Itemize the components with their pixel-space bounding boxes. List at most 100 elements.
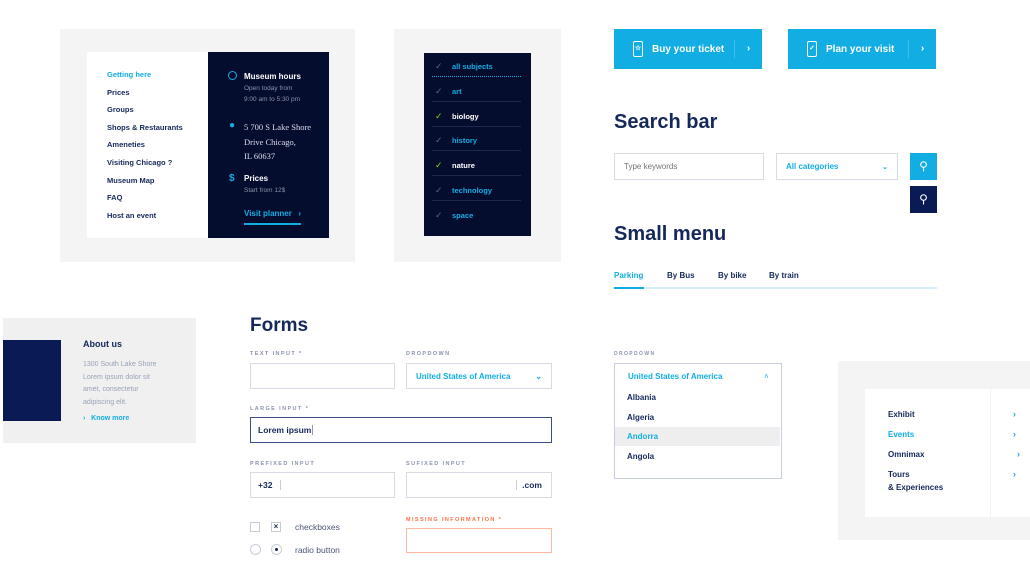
buy-ticket-button[interactable]: ☆ Buy your ticket › xyxy=(614,29,762,69)
active-tab-indicator xyxy=(614,287,644,289)
large-input[interactable]: Lorem ipsum xyxy=(250,417,552,443)
prefix: +32 xyxy=(258,480,282,490)
quick-link[interactable]: Museum Map xyxy=(107,176,155,185)
know-more-link[interactable]: › Know more xyxy=(83,415,129,422)
separator xyxy=(432,125,521,127)
subject-item[interactable]: biology xyxy=(452,112,479,121)
check-icon: ✓ xyxy=(435,61,443,71)
separator xyxy=(432,200,521,201)
dropdown-option[interactable]: Albania xyxy=(627,393,656,402)
separator xyxy=(432,175,521,177)
tab-item[interactable]: By bike xyxy=(718,271,746,280)
chevron-right-icon: › xyxy=(1013,469,1016,479)
about-line: 1300 South Lake Shore xyxy=(83,361,157,368)
check-icon: ✓ xyxy=(435,209,443,220)
subject-item[interactable]: history xyxy=(452,136,477,145)
ticket-icon: ☆ xyxy=(633,41,643,57)
subject-item[interactable]: all subjects xyxy=(452,62,493,71)
quick-link[interactable]: Prices xyxy=(107,88,130,97)
check-icon: ✓ xyxy=(435,135,443,146)
search-button[interactable]: ⚲ xyxy=(910,153,937,180)
dollar-icon: $ xyxy=(229,173,235,184)
radio-checked[interactable] xyxy=(271,544,282,555)
subject-item[interactable]: technology xyxy=(452,186,492,195)
dropdown-label: DROPDOWN xyxy=(406,351,451,357)
chevron-down-icon: ⌄ xyxy=(882,163,888,171)
category-value: All categories xyxy=(786,162,839,171)
mega-menu-item[interactable]: & Experiences xyxy=(888,483,943,492)
quick-link[interactable]: Getting here xyxy=(107,70,151,79)
tab-item[interactable]: By Bus xyxy=(667,271,695,280)
suffix: .com xyxy=(516,480,542,490)
search-input[interactable] xyxy=(614,153,764,180)
prices-sub: Start from 12$ xyxy=(244,187,286,194)
address-line: Drive Chicago, xyxy=(244,136,296,147)
small-menu-heading: Small menu xyxy=(614,223,727,245)
tab-item[interactable]: Parking xyxy=(614,271,643,280)
chevron-up-icon[interactable]: ˄ xyxy=(764,372,769,381)
quick-link[interactable]: Groups xyxy=(107,105,134,114)
checkboxes-label: checkboxes xyxy=(295,522,340,532)
subject-item[interactable]: nature xyxy=(452,161,475,170)
text-input-label: TEXT INPUT * xyxy=(250,351,303,357)
address-line: 5 700 S Lake Shore xyxy=(244,122,312,132)
chevron-right-icon: › xyxy=(1013,429,1016,439)
check-icon: ✓ xyxy=(435,160,443,171)
mega-menu-item[interactable]: Tours xyxy=(888,470,910,479)
about-line: Lorem ipsum dolor sit xyxy=(83,373,150,381)
sufixed-input-label: SUFIXED INPUT xyxy=(406,461,467,467)
hours-title: Museum hours xyxy=(244,72,301,81)
chevron-right-icon: › xyxy=(908,40,936,58)
about-title: About us xyxy=(83,339,122,349)
mega-menu-item[interactable]: Events xyxy=(888,430,914,439)
clock-icon xyxy=(228,71,237,80)
separator xyxy=(432,76,521,77)
dropdown-option[interactable]: Algeria xyxy=(627,413,654,422)
sufixed-input[interactable]: .com xyxy=(406,472,552,498)
clipboard-icon: ✓ xyxy=(807,41,817,57)
about-text: 1300 South Lake Shore Lorem ipsum dolor s… xyxy=(83,359,157,409)
address: 5 700 S Lake Shore Drive Chicago, IL 60637 xyxy=(244,120,311,164)
dropdown-option[interactable]: Andorra xyxy=(627,432,658,441)
about-line: amet, consectetur xyxy=(83,386,139,393)
tab-item[interactable]: By train xyxy=(769,271,799,280)
check-icon: ✓ xyxy=(435,85,443,96)
dropdown-selected[interactable]: United States of America xyxy=(628,372,722,381)
about-line: adipiscing elit. xyxy=(83,398,127,406)
mega-menu-item[interactable]: Exhibit xyxy=(888,410,915,419)
chevron-right-icon: › xyxy=(1017,449,1020,459)
chevron-down-icon: ⌄ xyxy=(535,371,542,381)
plan-visit-button[interactable]: ✓ Plan your visit › xyxy=(788,29,936,69)
prefixed-input[interactable]: +32 xyxy=(250,472,395,498)
search-button-hover[interactable]: ⚲ xyxy=(910,186,937,213)
chevron-right-icon: › xyxy=(1013,409,1016,419)
checkbox-unchecked[interactable] xyxy=(250,522,260,532)
quick-link[interactable]: FAQ xyxy=(107,193,122,202)
divider xyxy=(990,389,991,517)
quick-link[interactable]: Ameneties xyxy=(107,140,145,149)
check-icon: ✓ xyxy=(435,185,443,195)
dropdown-option[interactable]: Angola xyxy=(627,452,654,461)
buy-ticket-label: Buy your ticket xyxy=(652,43,725,55)
address-line: IL 60637 xyxy=(244,151,276,161)
check-icon: ✓ xyxy=(435,110,443,121)
country-dropdown[interactable]: United States of America ⌄ xyxy=(406,363,552,389)
quick-link[interactable]: Host an event xyxy=(107,211,156,220)
checkbox-checked[interactable]: × xyxy=(271,522,281,532)
search-icon: ⚲ xyxy=(919,159,928,173)
text-input[interactable] xyxy=(250,363,395,389)
quick-link[interactable]: Shops & Restaurants xyxy=(107,123,183,132)
subject-item[interactable]: art xyxy=(452,87,462,96)
open-dropdown-label: DROPDOWN xyxy=(614,351,656,357)
visit-planner-link[interactable]: Visit planner › xyxy=(244,209,301,225)
prices-title: Prices xyxy=(244,174,269,183)
category-select[interactable]: All categories ⌄ xyxy=(776,153,898,180)
prefixed-input-label: PREFIXED INPUT xyxy=(250,461,316,467)
radio-unchecked[interactable] xyxy=(250,544,261,555)
subject-item[interactable]: space xyxy=(452,211,473,220)
tabs-track xyxy=(614,287,937,289)
missing-info-input[interactable] xyxy=(406,528,552,553)
quick-link[interactable]: Visiting Chicago ? xyxy=(107,158,172,167)
dropdown-value: United States of America xyxy=(416,371,511,381)
mega-menu-item[interactable]: Omnimax xyxy=(888,450,924,459)
